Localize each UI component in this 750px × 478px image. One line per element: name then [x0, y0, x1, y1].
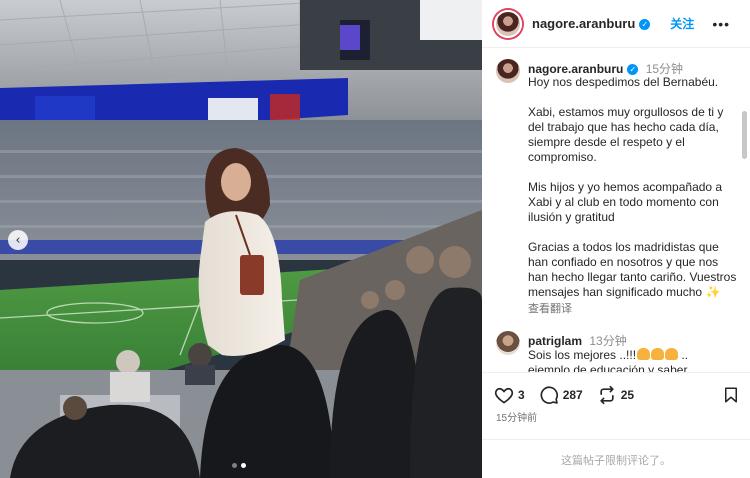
like-count[interactable]: 3	[518, 388, 525, 402]
avatar[interactable]	[494, 9, 522, 38]
carousel-prev-button[interactable]: ‹	[8, 230, 28, 250]
see-translation-link[interactable]: 查看翻译	[528, 302, 740, 317]
caption-avatar[interactable]	[496, 59, 520, 83]
comment-time[interactable]: 13分钟	[589, 334, 626, 348]
heart-icon	[494, 387, 514, 404]
comments-restricted-notice: 这篇帖子限制评论了。	[482, 439, 750, 478]
comment-icon	[540, 386, 558, 404]
caption-paragraph: Mis hijos y yo hemos acompañado a Xabi y…	[528, 180, 723, 224]
like-button[interactable]: 3	[494, 385, 525, 405]
post-header: nagore.aranburu ✓ 关注 •••	[482, 0, 750, 48]
repost-count[interactable]: 25	[621, 388, 634, 402]
comment-button[interactable]: 287	[539, 385, 583, 405]
sparkles-icon: ✨	[705, 285, 721, 299]
post-sidebar: nagore.aranburu ✓ 关注 ••• nagore.aranburu ✓…	[482, 0, 750, 478]
caption-text: Hoy nos despedimos del Bernabéu. Xabi, e…	[528, 75, 740, 317]
follow-button[interactable]: 关注	[670, 15, 694, 32]
repost-button[interactable]: 25	[597, 385, 634, 405]
action-row: 3 287 25	[494, 385, 648, 405]
caption-time[interactable]: 15分钟	[646, 62, 683, 76]
username-text[interactable]: nagore.aranburu	[532, 16, 635, 31]
post-actions: 3 287 25 15分钟前 这篇帖子限制评论了。	[482, 372, 750, 478]
comment-line-tail: ..	[681, 348, 689, 362]
raised-hands-icon	[651, 348, 665, 360]
verified-badge-icon: ✓	[627, 64, 639, 76]
verified-badge-icon: ✓	[639, 19, 651, 31]
bookmark-icon	[725, 387, 737, 403]
comment-count[interactable]: 287	[563, 388, 583, 402]
comment-meta: patriglam 13分钟	[528, 332, 627, 349]
caption-paragraph: Hoy nos despedimos del Bernabéu.	[528, 75, 719, 89]
post-photo[interactable]: ‹	[0, 0, 482, 478]
carousel-dot	[232, 463, 237, 468]
stadium-photo	[0, 0, 482, 478]
save-button[interactable]	[722, 385, 740, 410]
comment-line: Sois los mejores ..!!!	[528, 348, 637, 362]
post-timestamp[interactable]: 15分钟前	[496, 409, 537, 424]
comment-avatar[interactable]	[496, 331, 520, 355]
caption-paragraph: Gracias a todos los madridistas que han …	[528, 240, 740, 300]
chevron-left-icon: ‹	[15, 232, 21, 248]
more-options-icon[interactable]: •••	[712, 16, 730, 32]
carousel-dot-active	[241, 463, 246, 468]
carousel-dots	[232, 463, 246, 468]
comments-section[interactable]: nagore.aranburu ✓ 15分钟 Hoy nos despedimos…	[482, 49, 750, 372]
caption-paragraph: Xabi, estamos muy orgullosos de ti y del…	[528, 105, 724, 164]
raised-hands-icon	[665, 348, 679, 360]
header-username[interactable]: nagore.aranburu ✓	[532, 16, 651, 31]
repost-icon	[600, 385, 614, 405]
comment-text: Sois los mejores ..!!! .. ejemplo de edu…	[528, 348, 728, 372]
comment-line: ejemplo de educación y saber	[528, 363, 688, 372]
raised-hands-icon	[637, 348, 651, 360]
caption-username[interactable]: nagore.aranburu	[528, 62, 623, 76]
comments-scrollbar[interactable]	[742, 111, 747, 159]
comment-username[interactable]: patriglam	[528, 334, 582, 348]
